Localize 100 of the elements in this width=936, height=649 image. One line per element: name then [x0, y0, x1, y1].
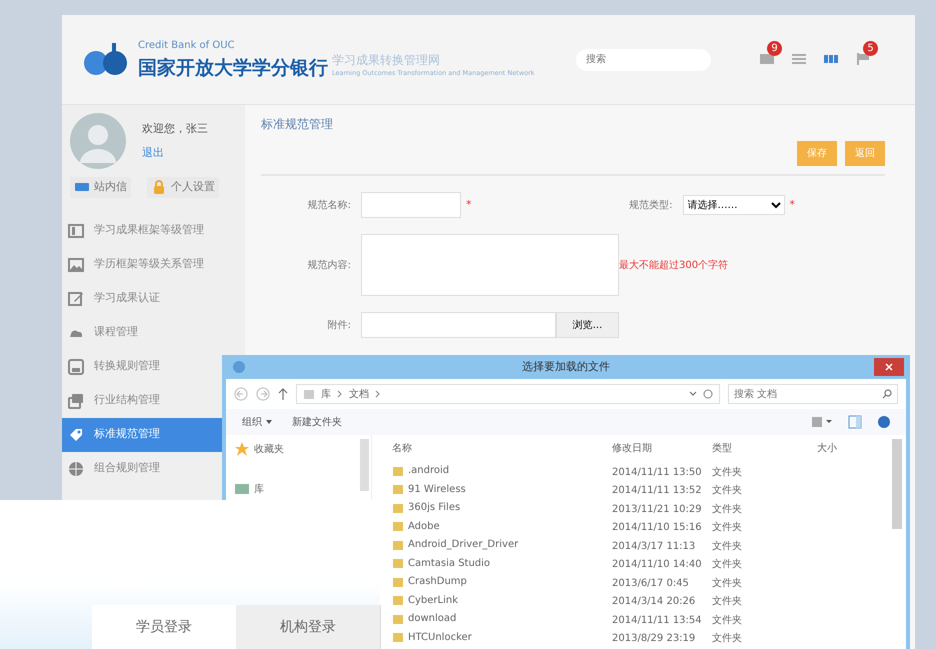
- toolbar-button[interactable]: 组织: [242, 414, 272, 430]
- file-type: 文件夹: [711, 594, 743, 610]
- column-header[interactable]: 名称: [388, 439, 608, 457]
- star-icon: [234, 441, 250, 457]
- search-icon: [882, 389, 892, 399]
- field-label: 附件:: [326, 318, 352, 332]
- org-name-english: Credit Bank of OUC: [138, 40, 236, 51]
- file-type: 文件夹: [711, 614, 743, 628]
- preview-pane-icon[interactable]: [848, 415, 862, 429]
- modified-date: 2014/11/11 13:52: [611, 484, 703, 498]
- up-arrow-icon[interactable]: [278, 387, 288, 401]
- library-icon: [234, 481, 250, 497]
- modified-date: 2014/3/17 11:13: [611, 540, 696, 554]
- layers-icon: [68, 392, 84, 408]
- required-mark: *: [466, 196, 472, 213]
- file-name[interactable]: 91 Wireless: [408, 482, 466, 496]
- modified-date: 2013/11/21 10:29: [611, 502, 703, 517]
- login-tab[interactable]: 学员登录: [92, 605, 237, 649]
- floppy-icon: [68, 358, 84, 374]
- breadcrumb-item[interactable]: 库: [321, 386, 331, 402]
- folder-icon: [392, 502, 404, 514]
- browse-button[interactable]: 浏览...: [556, 312, 619, 338]
- chevron-icon: [375, 390, 381, 398]
- forward-icon[interactable]: [256, 387, 270, 401]
- menu-item[interactable]: 行业结构管理: [62, 384, 245, 418]
- folder-icon: [303, 388, 315, 400]
- site-name: 学习成果转换管理网: [332, 52, 441, 69]
- back-icon[interactable]: [234, 387, 248, 401]
- notification-badge: 9: [767, 41, 782, 56]
- folder-icon: [392, 483, 404, 495]
- file-type: 文件夹: [711, 484, 743, 498]
- column-header[interactable]: 修改日期: [608, 439, 708, 457]
- menu-item[interactable]: 转换规则管理: [62, 350, 245, 384]
- menu-item[interactable]: 课程管理: [62, 316, 245, 350]
- caret-icon: [266, 420, 272, 424]
- menu-item[interactable]: 学习成果框架等级管理: [62, 214, 245, 248]
- dropdown-icon[interactable]: [689, 391, 697, 397]
- folder-icon: [392, 612, 404, 624]
- picture-icon: [68, 256, 84, 272]
- sidebar-link[interactable]: 个人设置: [147, 177, 219, 198]
- chevron-icon: [337, 390, 343, 398]
- field-label: 规范类型:: [628, 198, 674, 212]
- file-name[interactable]: Android_Driver_Driver: [408, 537, 518, 552]
- file-type: 文件夹: [711, 632, 743, 646]
- close-icon[interactable]: [874, 358, 904, 376]
- folder-icon: [392, 631, 404, 643]
- field-label: 规范名称:: [306, 198, 352, 212]
- hint-text: 最大不能超过300个字符: [619, 258, 728, 272]
- folder-icon: [392, 594, 404, 606]
- app-icon: [232, 360, 246, 374]
- field-label: 规范内容:: [306, 258, 352, 272]
- file-name[interactable]: HTCUnlocker: [408, 630, 472, 644]
- file-name[interactable]: CyberLink: [408, 592, 458, 608]
- scrollbar[interactable]: [892, 439, 902, 529]
- welcome-text: 欢迎您，张三: [142, 120, 208, 136]
- sidebar-link[interactable]: 站内信: [70, 177, 131, 198]
- modified-date: 2013/6/17 0:45: [611, 576, 690, 591]
- menu-item[interactable]: 学习成果认证: [62, 282, 245, 316]
- tag-icon: [68, 426, 84, 442]
- folder-icon: [392, 538, 404, 550]
- flag-icon[interactable]: [855, 51, 871, 68]
- file-name[interactable]: 360js Files: [408, 500, 460, 515]
- edit-icon: [68, 290, 84, 306]
- folder-icon: [392, 520, 404, 532]
- scrollbar[interactable]: [360, 439, 369, 491]
- folder-icon: [392, 464, 404, 476]
- notification-badge: 5: [863, 41, 878, 56]
- modified-date: 2014/11/10 14:40: [611, 558, 703, 572]
- folder-icon: [392, 557, 404, 569]
- search-field[interactable]: 搜索: [576, 48, 711, 70]
- modified-date: 2014/11/10 15:16: [611, 521, 703, 536]
- login-tab[interactable]: 机构登录: [236, 605, 381, 649]
- lock-icon: [151, 179, 167, 196]
- modified-date: 2014/11/11 13:54: [611, 614, 703, 628]
- file-name[interactable]: Camtasia Studio: [408, 556, 490, 570]
- breadcrumb-item[interactable]: 文档: [349, 386, 369, 402]
- file-name[interactable]: Adobe: [408, 518, 440, 534]
- book-icon: [68, 222, 84, 238]
- modified-date: 2014/3/14 20:26: [611, 595, 696, 610]
- toolbar-button[interactable]: 新建文件夹: [292, 414, 342, 430]
- text-field[interactable]: [361, 192, 461, 218]
- file-name[interactable]: CrashDump: [408, 574, 467, 589]
- file-type: 文件夹: [711, 540, 743, 554]
- page-title: 标准规范管理: [261, 116, 334, 133]
- view-icon[interactable]: [812, 416, 832, 428]
- menu-item[interactable]: 学历框架等级关系管理: [62, 248, 245, 282]
- dialog-title: 选择要加载的文件: [522, 360, 610, 373]
- file-name[interactable]: download: [408, 611, 456, 626]
- file-path-field[interactable]: [361, 312, 556, 338]
- column-header[interactable]: 类型: [708, 439, 813, 457]
- column-header[interactable]: 大小: [813, 439, 873, 457]
- select-field[interactable]: 请选择……: [682, 195, 784, 215]
- modified-date: 2014/11/11 13:50: [611, 466, 703, 480]
- logout-link[interactable]: 退出: [142, 145, 208, 162]
- required-mark: *: [790, 196, 795, 213]
- file-type: 文件夹: [711, 502, 743, 517]
- globe-icon: [68, 460, 84, 476]
- search-field[interactable]: 搜索 文档: [728, 384, 898, 404]
- file-name[interactable]: .android: [408, 463, 450, 478]
- file-type: 文件夹: [711, 558, 743, 572]
